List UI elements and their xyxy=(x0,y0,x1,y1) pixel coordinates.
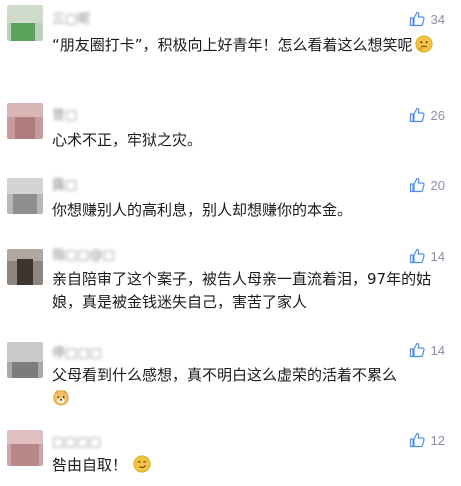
username[interactable]: □□□□ xyxy=(52,435,101,451)
thinking-face-emoji xyxy=(414,35,433,53)
thumbs-up-icon xyxy=(409,107,425,123)
comment-text: 亲自陪审了这个案子，被告人母亲一直流着泪，97年的姑娘，真是被金钱迷失自己，害苦… xyxy=(52,268,452,314)
comment-item: 昔□ 心术不正，牢狱之灾。 26 xyxy=(0,85,461,165)
like-button[interactable]: 12 xyxy=(409,430,445,450)
comment-item: 指□□@□ 亲自陪审了这个案子，被告人母亲一直流着泪，97年的姑娘，真是被金钱迷… xyxy=(0,240,461,336)
comment-text: 你想赚别人的高利息，别人却想赚你的本金。 xyxy=(52,199,452,222)
like-count: 14 xyxy=(430,342,445,358)
comment-text-body: “朋友圈打卡”，积极向上好青年！怎么看着这么想笑呢 xyxy=(52,36,413,54)
thumbs-up-icon xyxy=(409,177,425,193)
comment-text: 父母看到什么感想，真不明白这么虚荣的活着不累么 xyxy=(52,364,452,410)
thumbs-up-icon xyxy=(409,248,425,264)
avatar[interactable] xyxy=(7,5,43,41)
username[interactable]: 露□ xyxy=(52,178,77,194)
like-button[interactable]: 14 xyxy=(409,340,445,360)
username[interactable]: 昔□ xyxy=(52,108,77,124)
comment-text-body: 父母看到什么感想，真不明白这么虚荣的活着不累么 xyxy=(52,366,398,384)
avatar[interactable] xyxy=(7,249,43,285)
like-count: 12 xyxy=(430,432,445,448)
like-count: 34 xyxy=(430,11,445,27)
comment-text-body: 你想赚别人的高利息，别人却想赚你的本金。 xyxy=(52,201,353,219)
comment-text: 咎由自取！ xyxy=(52,454,452,477)
dog-face-emoji xyxy=(53,389,69,406)
username[interactable]: 停□□□ xyxy=(52,346,102,362)
comment-text: “朋友圈打卡”，积极向上好青年！怎么看着这么想笑呢 xyxy=(52,34,452,57)
thumbs-up-icon xyxy=(409,11,425,27)
username[interactable]: 指□□@□ xyxy=(52,248,115,264)
comment-item: 露□ 你想赚别人的高利息，别人却想赚你的本金。 20 xyxy=(0,165,461,240)
username[interactable]: 三□呢 xyxy=(52,12,90,28)
like-button[interactable]: 14 xyxy=(409,246,445,266)
like-count: 14 xyxy=(430,248,445,264)
like-button[interactable]: 20 xyxy=(409,175,445,195)
like-button[interactable]: 26 xyxy=(409,105,445,125)
comment-text-body: 亲自陪审了这个案子，被告人母亲一直流着泪，97年的姑娘，真是被金钱迷失自己，害苦… xyxy=(52,270,432,311)
thumbs-up-icon xyxy=(409,342,425,358)
like-button[interactable]: 34 xyxy=(409,9,445,29)
comment-text-body: 咎由自取！ xyxy=(52,456,128,474)
thumbs-up-icon xyxy=(409,432,425,448)
avatar[interactable] xyxy=(7,103,43,139)
avatar[interactable] xyxy=(7,178,43,214)
like-count: 26 xyxy=(430,107,445,123)
like-count: 20 xyxy=(430,177,445,193)
avatar[interactable] xyxy=(7,430,43,466)
comment-item: □□□□ 咎由自取！ 12 xyxy=(0,426,461,486)
comment-text-body: 心术不正，牢狱之灾。 xyxy=(52,131,203,149)
avatar[interactable] xyxy=(7,342,43,378)
comment-item: 三□呢 “朋友圈打卡”，积极向上好青年！怎么看着这么想笑呢 34 xyxy=(0,0,461,85)
smirk-face-emoji xyxy=(133,455,151,473)
comment-text: 心术不正，牢狱之灾。 xyxy=(52,129,452,152)
comment-item: 停□□□ 父母看到什么感想，真不明白这么虚荣的活着不累么 14 xyxy=(0,336,461,426)
